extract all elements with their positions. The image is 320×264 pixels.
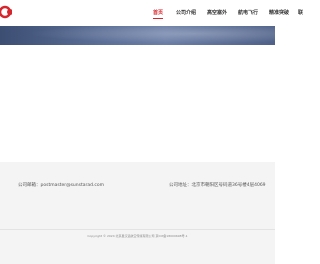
footer-email: 公司邮箱：postmaster@sunstarad.com bbox=[18, 183, 105, 188]
site-footer: 公司邮箱：postmaster@sunstarad.com 公司地址：北京市朝阳… bbox=[0, 162, 275, 264]
banner-sheen bbox=[0, 26, 275, 45]
nav-active-underline bbox=[153, 18, 163, 19]
nav-item-avionics-flight[interactable]: 航电飞行 bbox=[238, 10, 258, 16]
footer-copyright: Copyright © 2024 北京星汉道航空传媒有限公司 京ICP备1800… bbox=[87, 234, 188, 238]
nav-item-high-altitude[interactable]: 高空塞外 bbox=[207, 10, 227, 16]
brand-logo[interactable] bbox=[0, 5, 12, 19]
hero-banner bbox=[0, 26, 275, 45]
nav-item-contact[interactable]: 联 bbox=[298, 10, 303, 16]
main-content bbox=[0, 45, 275, 162]
footer-divider bbox=[0, 229, 275, 230]
nav-item-home[interactable]: 首页 bbox=[153, 10, 163, 16]
top-navigation-bar: 首页 公司介绍 高空塞外 航电飞行 精准突破 联 bbox=[0, 0, 303, 27]
nav-item-company-intro[interactable]: 公司介绍 bbox=[176, 10, 196, 16]
footer-address: 公司地址：北京市朝阳区号码道36号楼4层4069 bbox=[169, 183, 266, 188]
brand-logo-icon bbox=[0, 5, 12, 19]
nav-item-precision-breakthrough[interactable]: 精准突破 bbox=[269, 10, 289, 16]
main-nav: 首页 公司介绍 高空塞外 航电飞行 精准突破 联 bbox=[146, 0, 303, 26]
